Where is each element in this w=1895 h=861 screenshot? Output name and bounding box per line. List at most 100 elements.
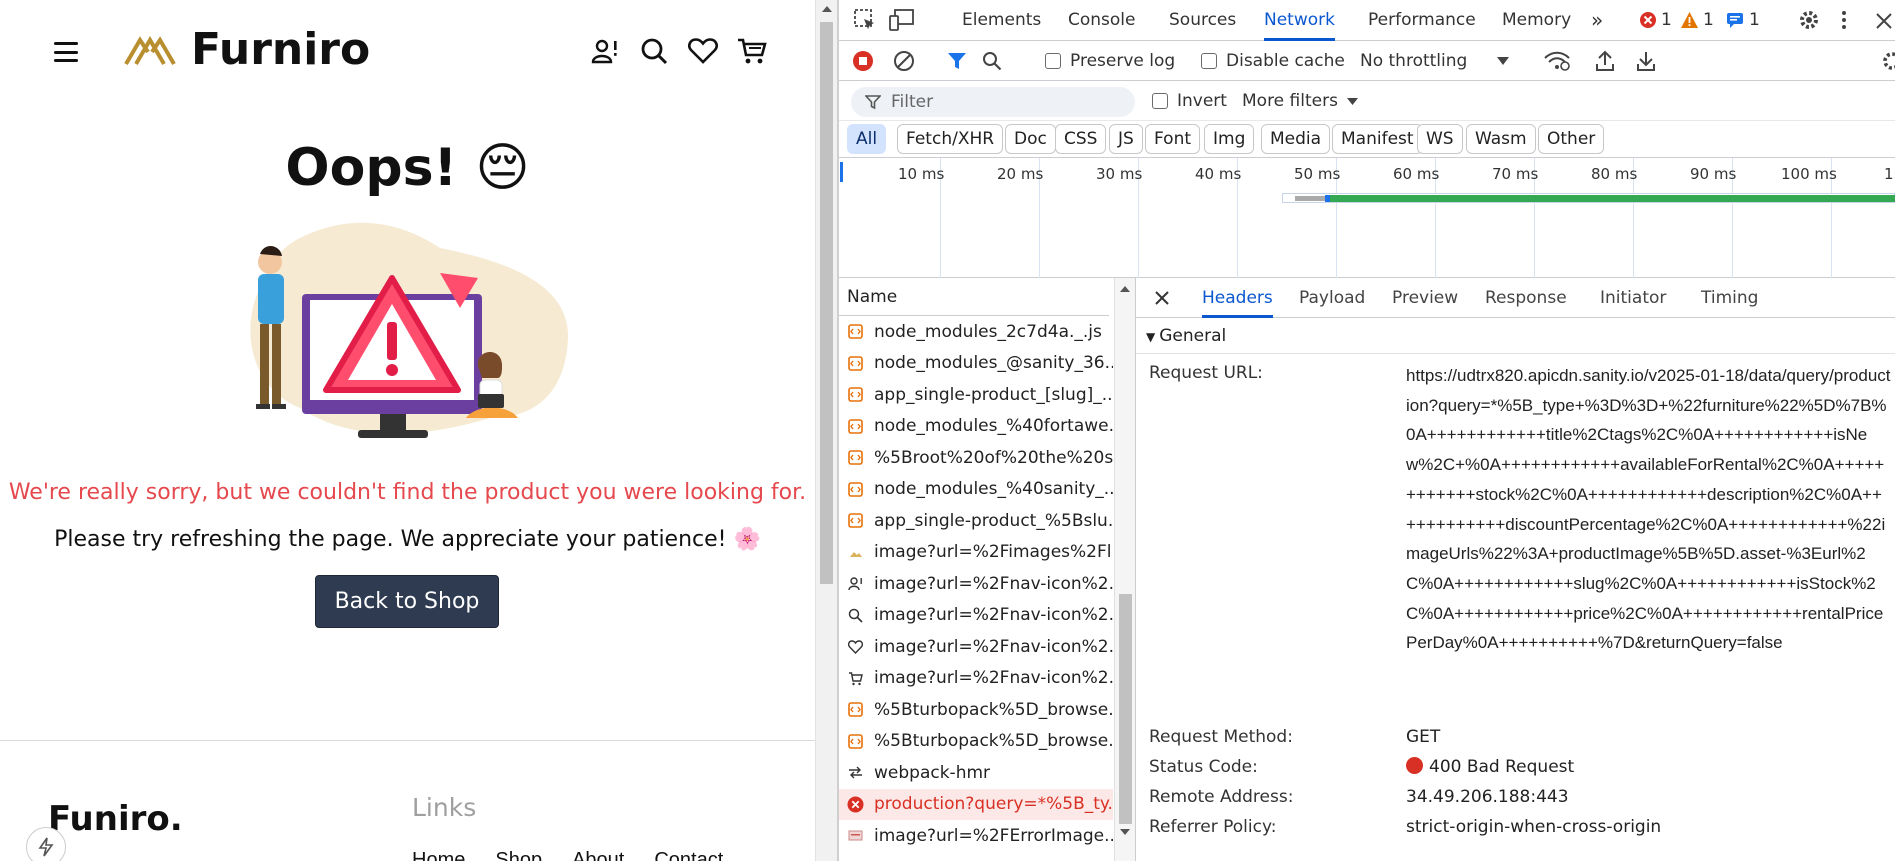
tab-preview[interactable]: Preview xyxy=(1392,278,1458,318)
info-count[interactable]: 1 xyxy=(1749,0,1760,41)
preserve-log-label: Preserve log xyxy=(1070,51,1176,71)
import-har-icon[interactable] xyxy=(1595,41,1615,81)
request-row[interactable]: node_modules_%40fortawe... xyxy=(839,411,1113,443)
filter-funnel-icon[interactable] xyxy=(947,41,967,81)
filter-js[interactable]: JS xyxy=(1109,124,1143,154)
back-to-shop-button[interactable]: Back to Shop xyxy=(315,575,499,628)
footer-link-home[interactable]: Home xyxy=(412,849,465,861)
request-list-scrollbar[interactable] xyxy=(1114,278,1135,861)
timeline-start-handle[interactable] xyxy=(840,162,843,182)
inspect-element-icon[interactable] xyxy=(853,8,877,32)
general-section-header[interactable]: ▼ General xyxy=(1136,318,1895,354)
request-row[interactable]: app_single-product_%5Bslu... xyxy=(839,505,1113,537)
scroll-down-arrow-icon[interactable] xyxy=(1120,829,1130,835)
account-icon[interactable] xyxy=(590,36,620,66)
request-row[interactable]: %5Broot%20of%20the%20s... xyxy=(839,442,1113,474)
request-row[interactable]: app_single-product_[slug]_... xyxy=(839,379,1113,411)
cart-icon[interactable] xyxy=(737,36,767,66)
tab-console[interactable]: Console xyxy=(1068,0,1136,41)
brand-logo-icon[interactable] xyxy=(124,34,176,66)
request-row[interactable]: node_modules_@sanity_36... xyxy=(839,348,1113,380)
device-toolbar-icon[interactable] xyxy=(889,8,915,32)
invert-checkbox[interactable]: Invert xyxy=(1152,81,1227,121)
filter-doc[interactable]: Doc xyxy=(1005,124,1056,154)
tab-initiator[interactable]: Initiator xyxy=(1600,278,1666,318)
more-filters-dropdown[interactable]: More filters xyxy=(1242,81,1358,121)
disable-cache-checkbox[interactable]: Disable cache xyxy=(1201,41,1345,81)
script-icon xyxy=(847,323,864,340)
request-row[interactable]: image?url=%2Fimages%2Fl... xyxy=(839,537,1113,569)
tab-payload[interactable]: Payload xyxy=(1299,278,1365,318)
warning-count-icon[interactable] xyxy=(1680,11,1699,29)
hamburger-menu-icon[interactable] xyxy=(54,42,78,62)
tab-memory[interactable]: Memory xyxy=(1502,0,1571,41)
brand-name[interactable]: Furniro xyxy=(191,24,370,75)
more-options-icon[interactable] xyxy=(1840,8,1848,32)
request-row[interactable]: node_modules_%40sanity_... xyxy=(839,474,1113,506)
clear-log-icon[interactable] xyxy=(893,41,915,81)
search-network-icon[interactable] xyxy=(982,41,1002,81)
request-method-value: GET xyxy=(1406,727,1441,747)
scrollbar-thumb[interactable] xyxy=(820,22,833,584)
tab-sources[interactable]: Sources xyxy=(1169,0,1236,41)
request-row[interactable]: image?url=%2Fnav-icon%2... xyxy=(839,631,1113,663)
script-icon xyxy=(847,449,864,466)
request-row[interactable]: %5Bturbopack%5D_browse... xyxy=(839,694,1113,726)
info-count-icon[interactable] xyxy=(1726,12,1744,28)
close-devtools-icon[interactable] xyxy=(1875,12,1893,30)
filter-input[interactable]: Filter xyxy=(851,87,1135,117)
error-count[interactable]: 1 xyxy=(1661,0,1672,41)
timeline-label: 40 ms xyxy=(1195,165,1242,183)
network-timeline-overview[interactable]: 10 ms 20 ms 30 ms 40 ms 50 ms 60 ms 70 m… xyxy=(839,157,1895,278)
filter-manifest[interactable]: Manifest xyxy=(1332,124,1423,154)
filter-ws[interactable]: WS xyxy=(1417,124,1463,154)
scroll-up-arrow-icon[interactable] xyxy=(1120,286,1130,292)
tab-response[interactable]: Response xyxy=(1485,278,1567,318)
tab-performance[interactable]: Performance xyxy=(1368,0,1476,41)
close-detail-icon[interactable] xyxy=(1154,290,1170,306)
script-icon xyxy=(847,355,864,372)
network-settings-gear-icon[interactable] xyxy=(1881,41,1895,81)
request-row[interactable]: %5Bturbopack%5D_browse... xyxy=(839,726,1113,758)
filter-wasm[interactable]: Wasm xyxy=(1466,124,1536,154)
tab-elements[interactable]: Elements xyxy=(962,0,1041,41)
filter-fetch-xhr[interactable]: Fetch/XHR xyxy=(897,124,1004,154)
script-icon xyxy=(847,512,864,529)
filter-css[interactable]: CSS xyxy=(1055,124,1107,154)
request-row[interactable]: webpack-hmr xyxy=(839,757,1113,789)
filter-media[interactable]: Media xyxy=(1261,124,1331,154)
filter-img[interactable]: Img xyxy=(1204,124,1255,154)
request-row[interactable]: node_modules_2c7d4a._.js xyxy=(839,316,1113,348)
filter-other[interactable]: Other xyxy=(1538,124,1605,154)
footer-link-shop[interactable]: Shop xyxy=(495,849,542,861)
scrollbar-thumb[interactable] xyxy=(1119,594,1132,824)
more-tabs-icon[interactable]: » xyxy=(1591,0,1603,41)
error-count-icon[interactable] xyxy=(1639,11,1657,29)
tab-network[interactable]: Network xyxy=(1264,0,1335,41)
export-har-icon[interactable] xyxy=(1636,41,1656,81)
name-column-header[interactable]: Name xyxy=(839,278,1109,316)
warning-count[interactable]: 1 xyxy=(1703,0,1714,41)
filter-all[interactable]: All xyxy=(847,124,887,154)
filter-font[interactable]: Font xyxy=(1145,124,1201,154)
request-row[interactable]: image?url=%2Fnav-icon%2... xyxy=(839,568,1113,600)
timeline-label: 1 xyxy=(1884,165,1894,183)
request-row[interactable]: image?url=%2FErrorImage... xyxy=(839,820,1113,852)
lightning-icon[interactable] xyxy=(26,827,66,861)
preserve-log-checkbox[interactable]: Preserve log xyxy=(1045,41,1175,81)
settings-gear-icon[interactable] xyxy=(1797,8,1821,32)
throttling-select[interactable]: No throttling xyxy=(1360,41,1510,81)
request-row[interactable]: image?url=%2Fnav-icon%2... xyxy=(839,600,1113,632)
scroll-up-arrow-icon[interactable] xyxy=(822,6,832,12)
footer-link-contact[interactable]: Contact xyxy=(654,849,723,861)
request-row-selected-error[interactable]: production?query=*%5B_ty... xyxy=(839,788,1113,820)
footer-link-about[interactable]: About xyxy=(572,849,624,861)
search-icon[interactable] xyxy=(639,36,669,66)
page-scrollbar[interactable] xyxy=(815,0,837,861)
request-row[interactable]: image?url=%2Fnav-icon%2... xyxy=(839,663,1113,695)
tab-timing[interactable]: Timing xyxy=(1701,278,1758,318)
record-stop-icon[interactable] xyxy=(852,41,874,81)
tab-headers[interactable]: Headers xyxy=(1202,278,1273,318)
heart-icon[interactable] xyxy=(688,36,718,66)
network-conditions-icon[interactable] xyxy=(1544,41,1570,81)
